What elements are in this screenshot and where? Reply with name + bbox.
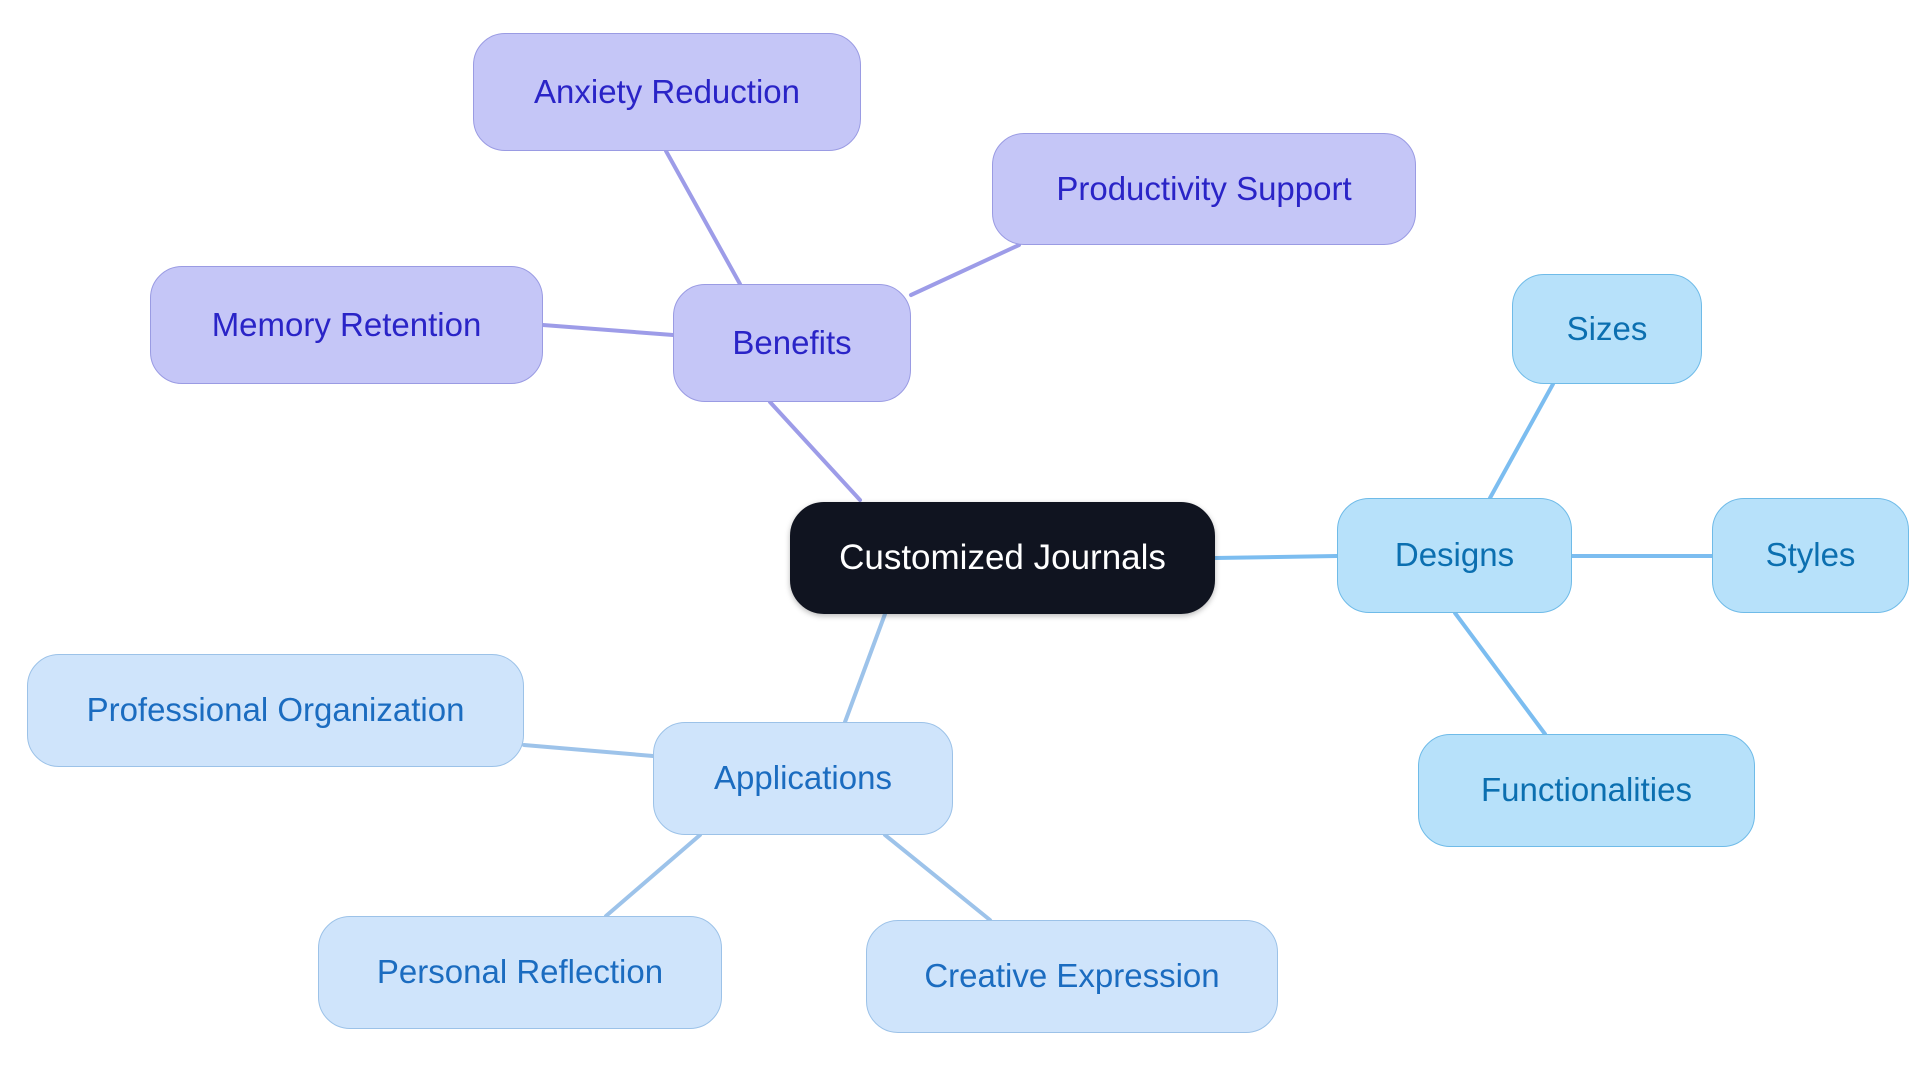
node-sizes[interactable]: Sizes — [1512, 274, 1702, 384]
node-label-root: Customized Journals — [839, 537, 1166, 577]
node-benefits[interactable]: Benefits — [673, 284, 911, 402]
node-label-memory-retention: Memory Retention — [211, 305, 482, 343]
node-memory-retention[interactable]: Memory Retention — [150, 266, 543, 384]
mindmap-canvas: Customized Journals Benefits Anxiety Reduc… — [0, 0, 1920, 1083]
node-productivity-support[interactable]: Productivity Support — [992, 133, 1416, 245]
edge-benefits-productivity — [909, 243, 1021, 297]
node-applications[interactable]: Applications — [653, 722, 953, 835]
node-anxiety-reduction[interactable]: Anxiety Reduction — [473, 33, 861, 151]
node-label-styles: Styles — [1765, 536, 1856, 574]
edge-designs-sizes — [1488, 382, 1555, 500]
node-label-professional-organization: Professional Organization — [86, 691, 465, 729]
node-functionalities[interactable]: Functionalities — [1418, 734, 1755, 847]
node-professional-organization[interactable]: Professional Organization — [27, 654, 524, 767]
edge-root-benefits — [768, 400, 862, 502]
node-personal-reflection[interactable]: Personal Reflection — [318, 916, 722, 1029]
edge-applications-creative — [883, 833, 992, 922]
edge-root-designs — [1213, 554, 1339, 560]
node-label-anxiety-reduction: Anxiety Reduction — [534, 72, 800, 110]
node-designs[interactable]: Designs — [1337, 498, 1572, 613]
node-styles[interactable]: Styles — [1712, 498, 1909, 613]
edge-designs-functionalities — [1453, 611, 1547, 736]
node-label-personal-reflection: Personal Reflection — [376, 953, 664, 991]
node-label-functionalities: Functionalities — [1481, 771, 1692, 809]
node-label-creative-expression: Creative Expression — [924, 957, 1220, 995]
node-label-productivity-support: Productivity Support — [1056, 169, 1352, 207]
edge-benefits-memory — [541, 323, 675, 337]
edge-root-applications — [843, 612, 887, 724]
node-creative-expression[interactable]: Creative Expression — [866, 920, 1278, 1033]
node-root[interactable]: Customized Journals — [790, 502, 1215, 614]
edge-applications-personal — [604, 833, 702, 918]
node-label-applications: Applications — [714, 759, 892, 797]
node-label-benefits: Benefits — [732, 323, 852, 361]
node-label-designs: Designs — [1394, 536, 1515, 574]
edge-applications-professional — [522, 743, 655, 758]
node-label-sizes: Sizes — [1566, 309, 1648, 347]
edge-benefits-anxiety — [664, 149, 742, 286]
